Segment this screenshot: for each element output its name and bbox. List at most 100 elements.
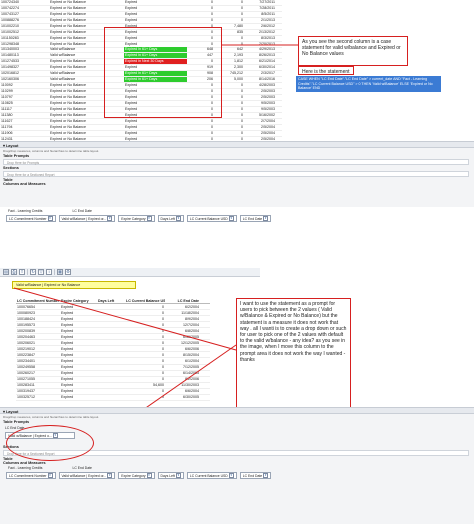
column-options-icon[interactable]: ▾ bbox=[228, 473, 234, 478]
column-options-icon[interactable]: ▾ bbox=[107, 216, 113, 221]
column-options-icon[interactable]: ▾ bbox=[228, 216, 234, 221]
table-cell: 100260217 bbox=[17, 371, 35, 376]
table-cell: 100223847 bbox=[17, 352, 35, 357]
table-cell: 100271055 bbox=[17, 377, 35, 382]
prompts-drop-zone[interactable]: Drop Here for Prompts bbox=[3, 159, 469, 165]
column-options-icon[interactable]: ▾ bbox=[107, 473, 113, 478]
filter-icon[interactable]: ▽ bbox=[38, 269, 44, 275]
chart-icon[interactable]: ▦ bbox=[57, 269, 63, 275]
table-cell: 100249558 bbox=[17, 365, 35, 370]
table-cell: 12/12/2005 bbox=[181, 340, 199, 345]
table-cell: 111906 bbox=[1, 130, 13, 135]
column-chip-label: LC Commitment Number bbox=[9, 473, 47, 478]
column-chip[interactable]: Expire Category ▾ bbox=[118, 215, 155, 222]
table-prompts-label: Table Prompts bbox=[3, 154, 30, 158]
column-items-bottom: LC Commitment Number ▾ Valid w/Balance | E… bbox=[0, 471, 474, 480]
column-chip[interactable]: LC Commitment Number ▾ bbox=[6, 472, 56, 479]
prompt-chip-yellow[interactable]: Valid w/Balance | Expired or No Balance bbox=[12, 281, 136, 289]
table-cell: 8/5/2011 bbox=[261, 11, 275, 16]
table-cell: Expired or No Balance bbox=[50, 130, 86, 135]
column-chip[interactable]: LC Commitment Number ▾ bbox=[6, 215, 56, 222]
column-chip-label: Valid w/Balance | Expired or... bbox=[61, 473, 107, 478]
refresh-icon[interactable]: ↻ bbox=[30, 269, 36, 275]
table-cell: 6/30/2005 bbox=[183, 334, 199, 339]
table-cell: 0 bbox=[211, 17, 213, 22]
column-chip[interactable]: LC End Date ▾ bbox=[239, 472, 272, 479]
table-cell: 0 bbox=[162, 377, 164, 382]
column-options-icon[interactable]: ▾ bbox=[175, 473, 181, 478]
column-chip[interactable]: LC End Date ▾ bbox=[239, 215, 272, 222]
table-cell: 101298348 bbox=[1, 41, 19, 46]
table-cell: 8/14/2016 bbox=[259, 77, 275, 82]
table-cell: 0 bbox=[162, 316, 164, 321]
table-cell: 100219012 bbox=[17, 346, 35, 351]
column-header[interactable]: Expire Category bbox=[60, 299, 97, 303]
view-icon[interactable]: ▤ bbox=[3, 269, 9, 275]
table-cell: Expired bbox=[61, 310, 74, 315]
column-chip-label: Expire Category bbox=[121, 473, 146, 478]
column-chip[interactable]: Days Left ▾ bbox=[157, 472, 184, 479]
columns-measures-label: Columns and Measures bbox=[3, 182, 46, 186]
table-cell: 6/14/2005 bbox=[183, 371, 199, 376]
column-chip-label: LC Current Balance USD bbox=[189, 216, 228, 221]
table-cell: 0 bbox=[211, 124, 213, 129]
table-prompts-label-bottom: Table Prompts bbox=[3, 420, 30, 424]
column-chip[interactable]: LC Current Balance USD ▾ bbox=[186, 215, 237, 222]
table-cell: 0 bbox=[211, 130, 213, 135]
table-cell: 0 bbox=[241, 118, 243, 123]
table-cell: Expired bbox=[125, 5, 138, 10]
export-icon[interactable]: ⇪ bbox=[19, 269, 25, 275]
settings-icon[interactable]: ⚙ bbox=[65, 269, 71, 275]
column-chip[interactable]: LC Current Balance USD ▾ bbox=[186, 472, 237, 479]
table-cell: 100204463 bbox=[17, 334, 35, 339]
table-cell: Expired or No Balance bbox=[50, 17, 86, 22]
table-cell: 0 bbox=[162, 358, 164, 363]
table-cell: Expired bbox=[61, 316, 74, 321]
column-chip-label: LC Current Balance USD bbox=[189, 473, 228, 478]
sort-icon[interactable]: ↕ bbox=[46, 269, 52, 275]
table-cell: 0 bbox=[162, 389, 164, 394]
table-cell: Expired bbox=[125, 118, 138, 123]
table-cell: 2/5/2004 bbox=[261, 130, 275, 135]
table-cell: Expired bbox=[61, 383, 74, 388]
table-cell: 0 bbox=[162, 304, 164, 309]
table-cell: Expired or No Balance bbox=[50, 5, 86, 10]
table-cell: 7/12/2005 bbox=[183, 365, 199, 370]
table-cell: 2/7/2004 bbox=[261, 118, 275, 123]
layout-panel-bottom: ▾ Layout Drag/drop measures, columns and… bbox=[0, 407, 474, 524]
lc-end-header: LC End Date bbox=[72, 209, 92, 213]
columns-measures-label-bottom: Columns and Measures bbox=[3, 461, 46, 465]
column-options-icon[interactable]: ▾ bbox=[146, 216, 152, 221]
table-cell: Expired bbox=[125, 17, 138, 22]
print-icon[interactable]: ⎙ bbox=[11, 269, 17, 275]
column-chip-label: Expire Category bbox=[121, 216, 146, 221]
column-options-icon[interactable]: ▾ bbox=[47, 473, 53, 478]
column-options-icon[interactable]: ▾ bbox=[146, 473, 152, 478]
column-options-icon[interactable]: ▾ bbox=[263, 473, 269, 478]
column-header[interactable]: Days Left bbox=[97, 299, 125, 303]
column-options-icon[interactable]: ▾ bbox=[47, 216, 53, 221]
table-cell: 0 bbox=[162, 346, 164, 351]
table-cell: 101340003 bbox=[1, 47, 19, 52]
column-options-icon[interactable]: ▾ bbox=[263, 216, 269, 221]
column-header[interactable]: LC Current Balance USD bbox=[125, 299, 165, 303]
table-cell: 0 bbox=[162, 365, 164, 370]
column-chip[interactable]: Valid w/Balance | Expired or... ▾ bbox=[58, 215, 116, 222]
table-cell: 111794 bbox=[1, 124, 13, 129]
table-cell: 5/16/2002 bbox=[259, 112, 275, 117]
column-header[interactable]: LC Commitment Number bbox=[16, 299, 60, 303]
column-chip[interactable]: Expire Category ▾ bbox=[118, 472, 155, 479]
table-cell: Expired or No Balance bbox=[50, 124, 86, 129]
column-chip[interactable]: Days Left ▾ bbox=[157, 215, 184, 222]
table-cell: 0 bbox=[162, 340, 164, 345]
column-header[interactable]: LC End Date bbox=[165, 299, 200, 303]
table-cell: 100206021 bbox=[17, 340, 35, 345]
table-cell: 8/2/2006 bbox=[185, 377, 199, 382]
table-cell: Expired bbox=[61, 371, 74, 376]
sections-drop-zone[interactable]: Drop Here for a Sectioned Report bbox=[3, 171, 469, 177]
column-chip[interactable]: Valid w/Balance | Expired or... ▾ bbox=[58, 472, 116, 479]
table-cell: 6/1/2004 bbox=[185, 358, 199, 363]
table-cell: 4/28/2003 bbox=[259, 83, 275, 88]
column-options-icon[interactable]: ▾ bbox=[175, 216, 181, 221]
table-cell: 101274533 bbox=[1, 59, 19, 64]
